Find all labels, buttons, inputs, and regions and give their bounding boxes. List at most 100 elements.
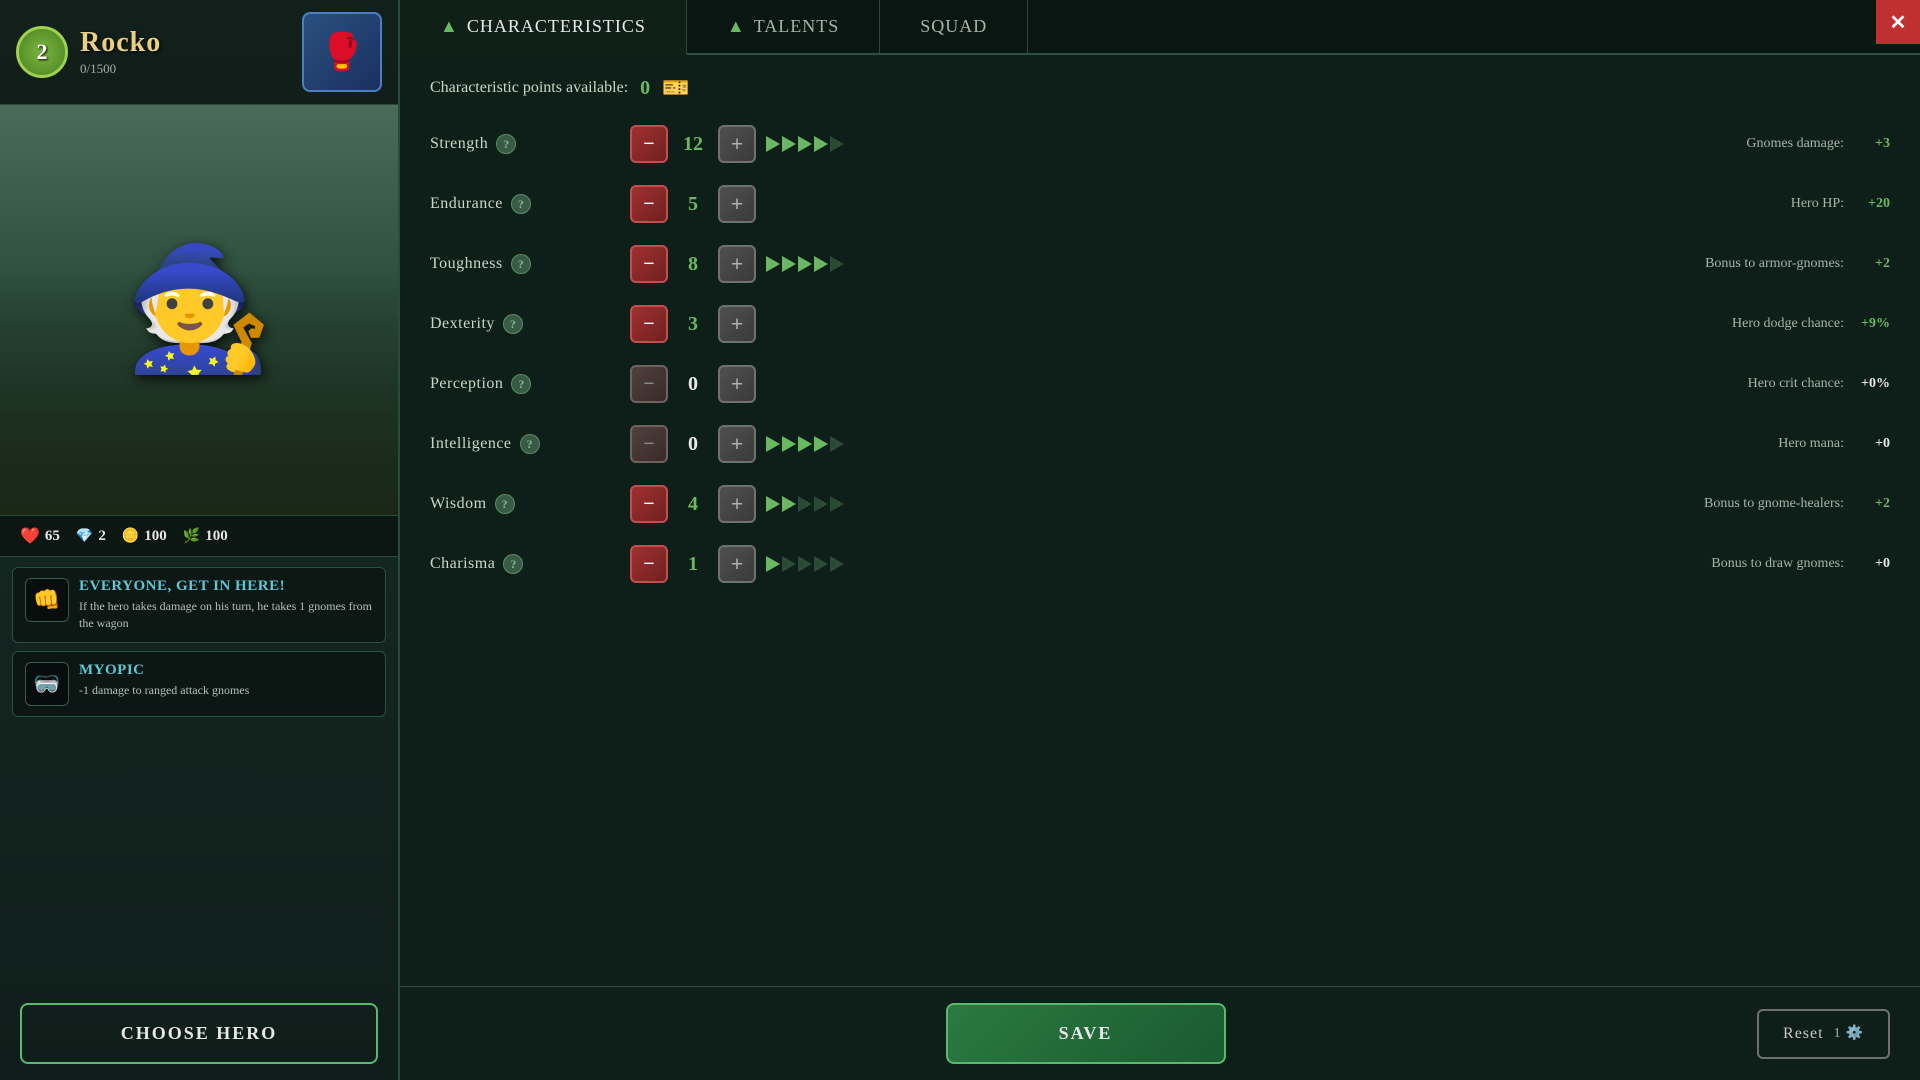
arrow-intelligence-1 [782,436,796,452]
arrow-wisdom-0 [766,496,780,512]
minus-btn-dexterity[interactable]: − [630,305,668,343]
help-btn-intelligence[interactable]: ? [520,434,540,454]
stat-label-area-wisdom: Wisdom? [430,494,630,514]
help-btn-strength[interactable]: ? [496,134,516,154]
tab-squad[interactable]: Squad [880,0,1028,53]
trait-everyone-get-in-here: 👊 Everyone, get in here! If the hero tak… [12,567,386,643]
plus-btn-wisdom[interactable]: + [718,485,756,523]
trait-myopic: 🥽 Myopic -1 damage to ranged attack gnom… [12,651,386,717]
points-row: Characteristic points available: 0 🎫 [430,75,1890,101]
trait-content-everyone: Everyone, get in here! If the hero takes… [79,578,373,632]
stat-row-toughness: Toughness?−8+Bonus to armor-gnomes:+2 [430,245,1890,283]
bottom-bar: Save Reset 1 ⚙️ [400,986,1920,1080]
help-btn-endurance[interactable]: ? [511,194,531,214]
bonus-label-toughness: Bonus to armor-gnomes: [1705,256,1844,272]
reset-button[interactable]: Reset 1 ⚙️ [1757,1009,1890,1059]
tab-characteristics[interactable]: ▲ Characteristics [400,0,687,55]
left-panel: 2 Rocko 0/1500 🥊 🧙 ❤️ 65 💎 2 🪙 100 🌿 100 [0,0,400,1080]
minus-btn-strength[interactable]: − [630,125,668,163]
arrow-wisdom-1 [782,496,796,512]
trait-desc-myopic: -1 damage to ranged attack gnomes [79,682,249,699]
arrow-charisma-4 [830,556,844,572]
choose-hero-button[interactable]: Choose Hero [20,1003,378,1064]
minus-btn-charisma[interactable]: − [630,545,668,583]
trait-desc-everyone: If the hero takes damage on his turn, he… [79,598,373,632]
wood-icon: 🌿 [183,528,200,545]
trait-icon-everyone: 👊 [25,578,69,622]
gold-icon: 🪙 [122,528,139,545]
stat-label-area-endurance: Endurance? [430,194,630,214]
arrow-wisdom-2 [798,496,812,512]
bonus-value-toughness: +2 [1850,256,1890,272]
arrow-wisdom-4 [830,496,844,512]
hero-name-area: Rocko 0/1500 [80,27,290,77]
stat-label-area-intelligence: Intelligence? [430,434,630,454]
help-btn-dexterity[interactable]: ? [503,314,523,334]
plus-btn-strength[interactable]: + [718,125,756,163]
hero-stats-row: ❤️ 65 💎 2 🪙 100 🌿 100 [0,515,398,557]
arrows-charisma [766,556,844,572]
save-button[interactable]: Save [946,1003,1226,1064]
tab-talents[interactable]: ▲ Talents [687,0,880,53]
stat-row-dexterity: Dexterity?−3+Hero dodge chance:+9% [430,305,1890,343]
minus-btn-toughness[interactable]: − [630,245,668,283]
bonus-value-perception: +0% [1850,376,1890,392]
plus-btn-toughness[interactable]: + [718,245,756,283]
plus-btn-intelligence[interactable]: + [718,425,756,463]
plus-btn-endurance[interactable]: + [718,185,756,223]
traits-area: 👊 Everyone, get in here! If the hero tak… [0,557,398,987]
arrow-intelligence-0 [766,436,780,452]
arrow-toughness-3 [814,256,828,272]
arrow-charisma-2 [798,556,812,572]
arrow-wisdom-3 [814,496,828,512]
stat-label-wisdom: Wisdom [430,495,487,513]
arrow-charisma-1 [782,556,796,572]
stat-row-intelligence: Intelligence?−0+Hero mana:+0 [430,425,1890,463]
stat-gold: 🪙 100 [122,528,167,545]
stat-label-toughness: Toughness [430,255,503,273]
hp-value: 65 [45,528,60,545]
points-icon: 🎫 [662,75,689,101]
arrow-strength-0 [766,136,780,152]
minus-btn-perception: − [630,365,668,403]
stat-label-intelligence: Intelligence [430,435,512,453]
plus-btn-charisma[interactable]: + [718,545,756,583]
close-button[interactable]: ✕ [1876,0,1920,44]
tab-squad-label: Squad [920,16,987,37]
bonus-area-intelligence: Hero mana:+0 [1630,436,1890,452]
tab-characteristics-label: Characteristics [467,16,646,37]
bonus-area-endurance: Hero HP:+20 [1630,196,1890,212]
points-value: 0 [640,77,650,100]
arrow-intelligence-3 [814,436,828,452]
stat-label-area-strength: Strength? [430,134,630,154]
minus-btn-endurance[interactable]: − [630,185,668,223]
arrows-toughness [766,256,844,272]
plus-btn-perception[interactable]: + [718,365,756,403]
stat-row-charisma: Charisma?−1+Bonus to draw gnomes:+0 [430,545,1890,583]
reset-count-icon: ⚙️ [1846,1025,1864,1042]
bonus-label-strength: Gnomes damage: [1746,136,1844,152]
level-badge: 2 [16,26,68,78]
minus-btn-intelligence: − [630,425,668,463]
bonus-label-wisdom: Bonus to gnome-healers: [1704,496,1844,512]
arrows-strength [766,136,844,152]
bonus-value-wisdom: +2 [1850,496,1890,512]
hero-name: Rocko [80,27,290,59]
plus-btn-dexterity[interactable]: + [718,305,756,343]
hero-xp: 0/1500 [80,61,290,77]
help-btn-charisma[interactable]: ? [503,554,523,574]
help-btn-perception[interactable]: ? [511,374,531,394]
arrows-wisdom [766,496,844,512]
minus-btn-wisdom[interactable]: − [630,485,668,523]
help-btn-toughness[interactable]: ? [511,254,531,274]
arrow-toughness-2 [798,256,812,272]
wood-value: 100 [205,528,228,545]
help-btn-wisdom[interactable]: ? [495,494,515,514]
stat-label-dexterity: Dexterity [430,315,495,333]
stat-label-charisma: Charisma [430,555,495,573]
gem-icon: 💎 [76,528,93,545]
tab-characteristics-arrow: ▲ [440,16,459,37]
bonus-label-endurance: Hero HP: [1791,196,1844,212]
points-label: Characteristic points available: [430,79,628,97]
stat-row-wisdom: Wisdom?−4+Bonus to gnome-healers:+2 [430,485,1890,523]
